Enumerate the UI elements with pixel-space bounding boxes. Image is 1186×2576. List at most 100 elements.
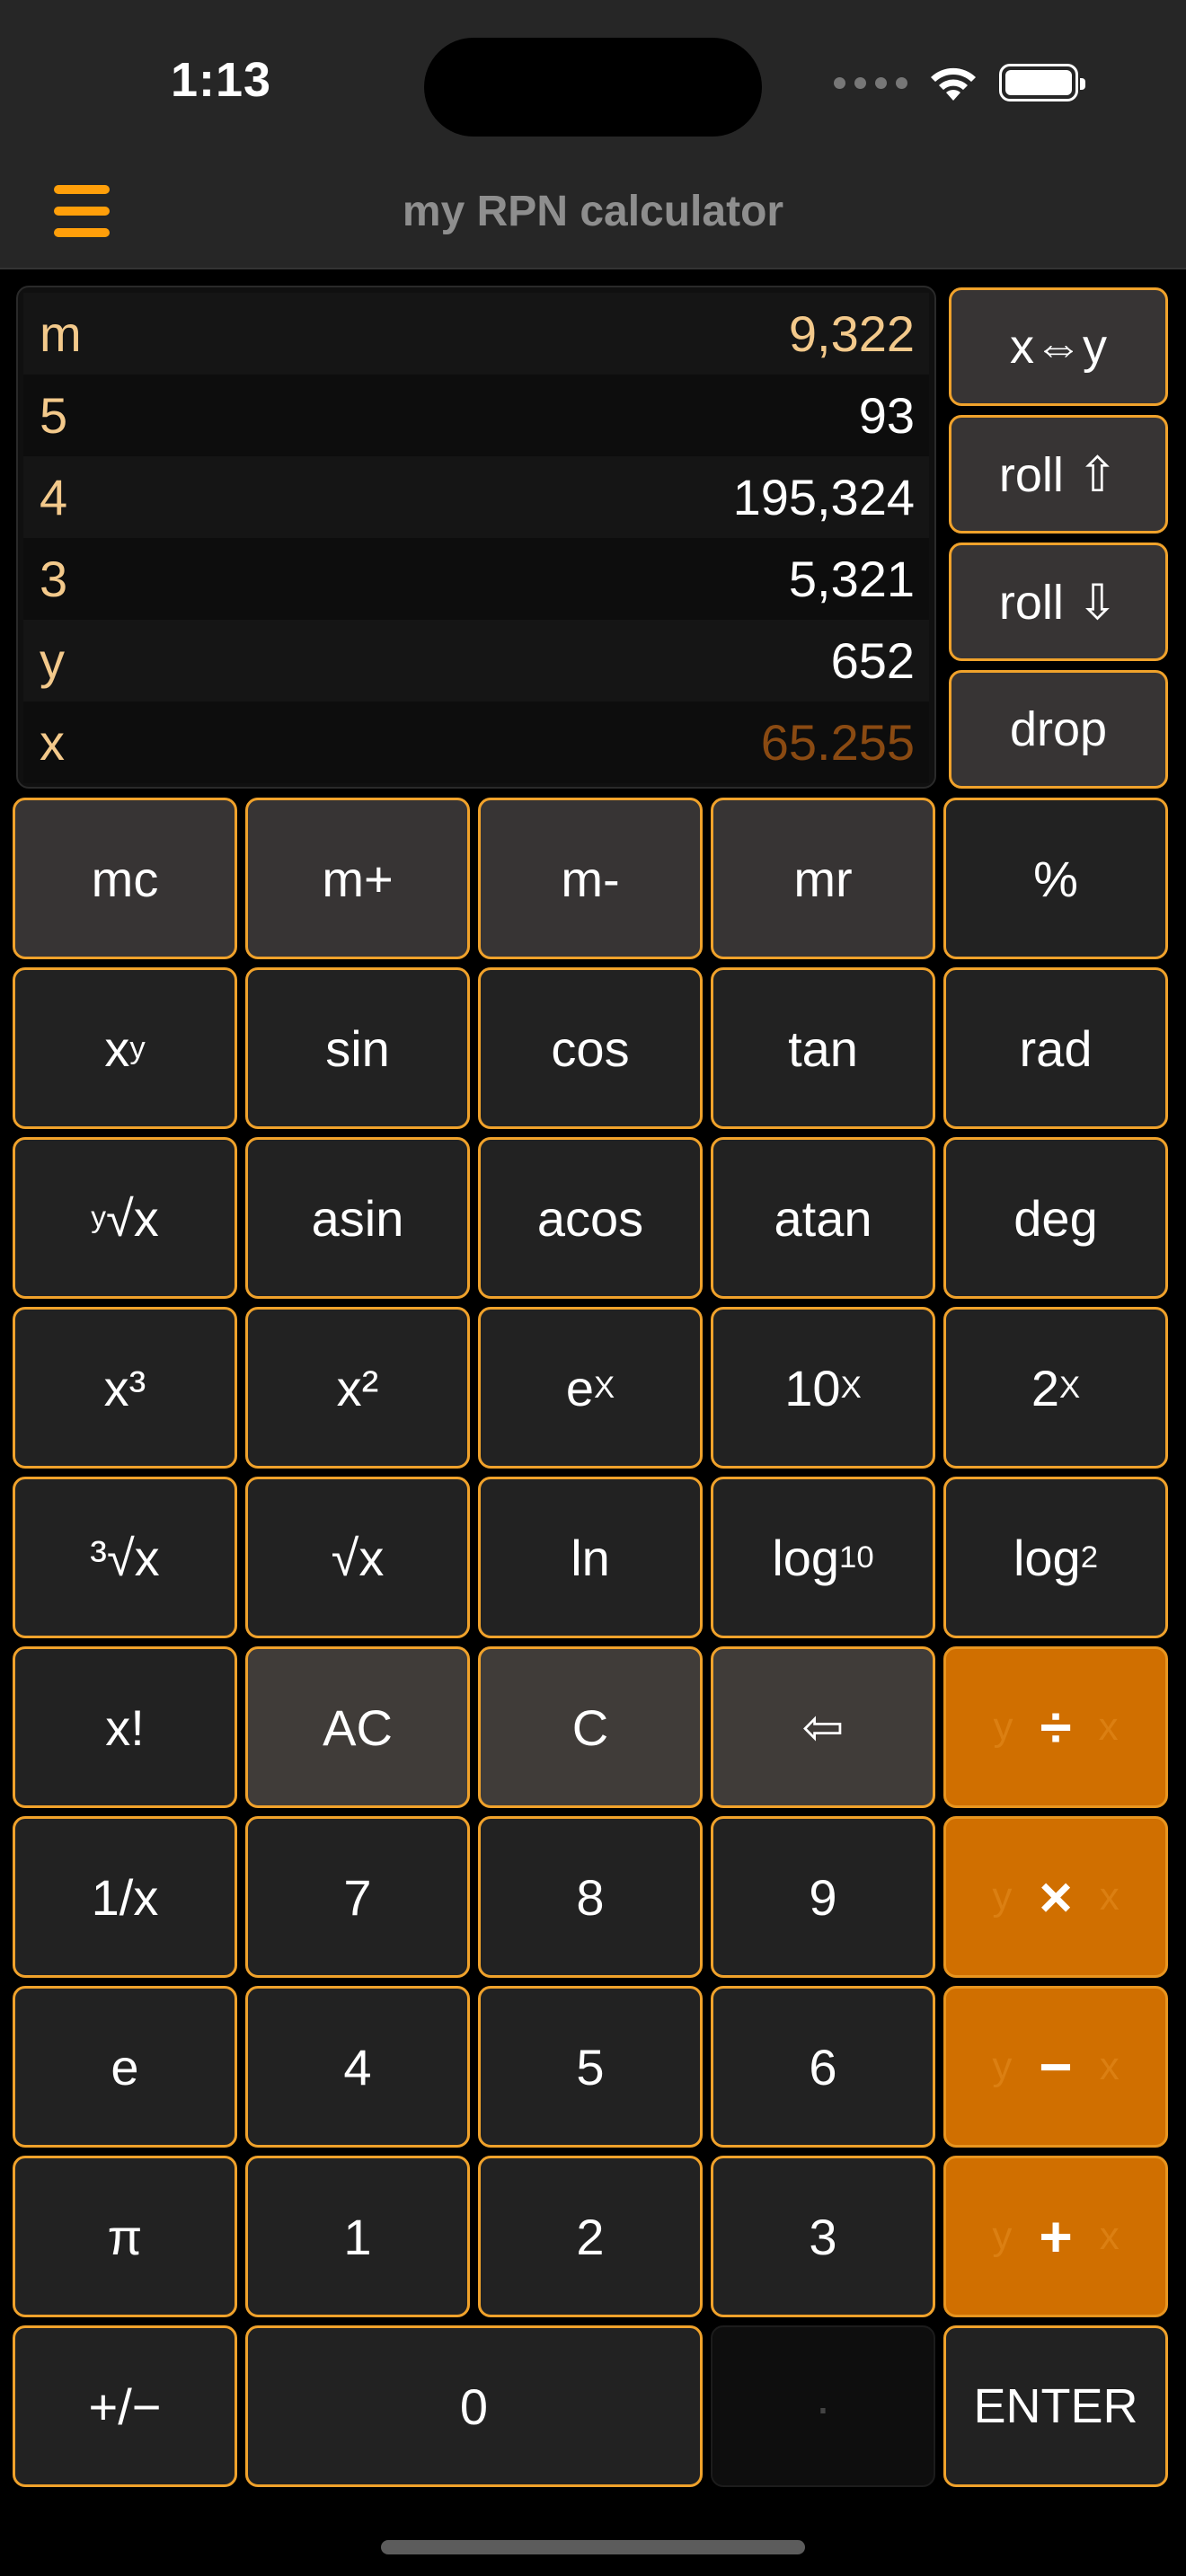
digit-7-button[interactable]: 7	[245, 1816, 470, 1978]
digit-2-button[interactable]: 2	[478, 2156, 703, 2317]
factorial-button[interactable]: x!	[13, 1646, 237, 1808]
digit-0-button[interactable]: 0	[245, 2325, 703, 2487]
drop-button[interactable]: drop	[949, 670, 1168, 789]
multiply-symbol: ×	[1039, 1865, 1073, 1929]
backspace-icon: ⇦	[801, 1698, 845, 1755]
reciprocal-button[interactable]: 1/x	[13, 1816, 237, 1978]
pow2-button[interactable]: 2X	[943, 1307, 1168, 1469]
subtract-symbol: −	[1039, 2034, 1073, 2099]
exp-button[interactable]: eX	[478, 1307, 703, 1469]
stack-value: 65.255	[760, 714, 915, 771]
add-symbol: +	[1039, 2204, 1073, 2269]
log2-base: log	[1013, 1529, 1081, 1586]
log10-base: log	[772, 1529, 840, 1586]
nth-root-button[interactable]: y √x	[13, 1137, 237, 1299]
power-base: x	[104, 1019, 130, 1077]
digit-5-button[interactable]: 5	[478, 1986, 703, 2148]
e-constant-button[interactable]: e	[13, 1986, 237, 2148]
page-title: my RPN calculator	[402, 188, 784, 235]
square-button[interactable]: x²	[245, 1307, 470, 1469]
stack-display: m 9,322 5 93 4 195,324 3 5,321 y 652 x 6…	[16, 286, 936, 789]
subtract-button[interactable]: y − x	[943, 1986, 1168, 2148]
status-bar: 1:13	[0, 0, 1186, 153]
cube-root-button[interactable]: ³√x	[13, 1477, 237, 1638]
digit-8-button[interactable]: 8	[478, 1816, 703, 1978]
stack-row-3: 3 5,321	[23, 538, 929, 620]
stack-value: 5,321	[788, 551, 915, 607]
wifi-icon	[931, 67, 976, 101]
all-clear-button[interactable]: AC	[245, 1646, 470, 1808]
operand-y-label: y	[992, 2214, 1013, 2258]
dynamic-island	[424, 38, 762, 137]
degrees-button[interactable]: deg	[943, 1137, 1168, 1299]
home-indicator[interactable]	[381, 2540, 805, 2554]
square-root-button[interactable]: √x	[245, 1477, 470, 1638]
operand-y-label: y	[993, 1705, 1013, 1749]
digit-6-button[interactable]: 6	[711, 1986, 935, 2148]
stack-value: 9,322	[788, 305, 915, 362]
cellular-signal-icon	[834, 76, 907, 89]
pi-button[interactable]: π	[13, 2156, 237, 2317]
stack-row-x: x 65.255	[23, 701, 929, 783]
stack-label: 4	[40, 469, 68, 525]
operand-x-label: x	[1099, 2214, 1120, 2258]
digit-1-button[interactable]: 1	[245, 2156, 470, 2317]
ln-button[interactable]: ln	[478, 1477, 703, 1638]
power-button[interactable]: xy	[13, 967, 237, 1129]
operand-x-label: x	[1099, 1875, 1120, 1919]
asin-button[interactable]: asin	[245, 1137, 470, 1299]
cos-button[interactable]: cos	[478, 967, 703, 1129]
battery-icon	[999, 64, 1085, 101]
add-button[interactable]: y + x	[943, 2156, 1168, 2317]
roll-down-button[interactable]: roll ⇩	[949, 543, 1168, 661]
log2-button[interactable]: log 2	[943, 1477, 1168, 1638]
exp-base: e	[565, 1359, 594, 1416]
stack-label: 3	[40, 551, 68, 607]
digit-4-button[interactable]: 4	[245, 1986, 470, 2148]
nav-bar: my RPN calculator	[0, 153, 1186, 269]
sin-button[interactable]: sin	[245, 967, 470, 1129]
radians-button[interactable]: rad	[943, 967, 1168, 1129]
log10-button[interactable]: log 10	[711, 1477, 935, 1638]
divide-symbol: ÷	[1040, 1695, 1072, 1760]
stack-row-memory: m 9,322	[23, 293, 929, 375]
digit-9-button[interactable]: 9	[711, 1816, 935, 1978]
memory-add-button[interactable]: m+	[245, 798, 470, 959]
keypad: mc m+ m- mr % xy sin cos tan rad y √x asi…	[13, 798, 1173, 2487]
digit-3-button[interactable]: 3	[711, 2156, 935, 2317]
tan-button[interactable]: tan	[711, 967, 935, 1129]
pow10-base: 10	[784, 1359, 841, 1416]
divide-button[interactable]: y ÷ x	[943, 1646, 1168, 1808]
memory-subtract-button[interactable]: m-	[478, 798, 703, 959]
roll-up-button[interactable]: roll ⇧	[949, 415, 1168, 534]
pow10-button[interactable]: 10 X	[711, 1307, 935, 1469]
acos-button[interactable]: acos	[478, 1137, 703, 1299]
log10-subscript: 10	[839, 1539, 874, 1575]
multiply-button[interactable]: y × x	[943, 1816, 1168, 1978]
memory-recall-button[interactable]: mr	[711, 798, 935, 959]
swap-xy-button[interactable]: x⇔y	[949, 287, 1168, 406]
stack-label: y	[40, 632, 65, 689]
decimal-button[interactable]: ·	[711, 2325, 935, 2487]
stack-row-y: y 652	[23, 620, 929, 701]
stack-row-4: 4 195,324	[23, 456, 929, 538]
enter-button[interactable]: ENTER	[943, 2325, 1168, 2487]
percent-button[interactable]: %	[943, 798, 1168, 959]
operand-y-label: y	[992, 1875, 1013, 1919]
atan-button[interactable]: atan	[711, 1137, 935, 1299]
stack-row-5: 5 93	[23, 375, 929, 456]
stack-value: 195,324	[732, 469, 915, 525]
cube-button[interactable]: x³	[13, 1307, 237, 1469]
stack-label: 5	[40, 387, 68, 444]
calculator-body: m 9,322 5 93 4 195,324 3 5,321 y 652 x 6…	[0, 269, 1186, 2576]
operand-y-label: y	[992, 2044, 1013, 2088]
negate-button[interactable]: +/−	[13, 2325, 237, 2487]
stack-value: 93	[858, 387, 915, 444]
backspace-button[interactable]: ⇦	[711, 1646, 935, 1808]
pow2-base: 2	[1031, 1359, 1059, 1416]
root-body: √x	[106, 1189, 159, 1247]
status-time: 1:13	[171, 53, 272, 107]
clear-button[interactable]: C	[478, 1646, 703, 1808]
stack-value: 652	[830, 632, 915, 689]
memory-clear-button[interactable]: mc	[13, 798, 237, 959]
